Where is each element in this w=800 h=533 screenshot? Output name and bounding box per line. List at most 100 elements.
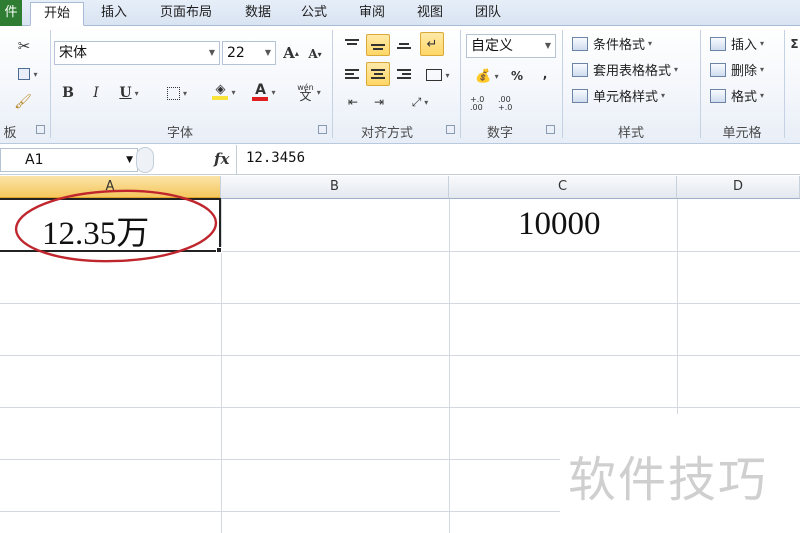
- annotation-circle: [14, 189, 218, 263]
- cell-c1-value: 10000: [518, 206, 601, 242]
- format-as-table-button[interactable]: 套用表格格式 ▾: [572, 60, 678, 79]
- align-center-icon: [371, 69, 385, 79]
- cell-styles-icon: [572, 88, 588, 103]
- orientation-button[interactable]: ⤢ ▾: [404, 92, 436, 112]
- align-right-button[interactable]: [394, 64, 414, 84]
- cell-styles-label: 单元格样式: [593, 90, 659, 105]
- align-center-button[interactable]: [366, 62, 390, 86]
- chevron-down-icon: ▼: [126, 155, 133, 165]
- bold-button[interactable]: B: [58, 82, 78, 104]
- clipboard-group-label: 板: [3, 126, 17, 141]
- wrap-text-icon: ↵: [426, 36, 438, 52]
- shrink-font-button[interactable]: A ▾: [306, 44, 324, 64]
- name-box-value: A1: [25, 152, 44, 168]
- number-launcher[interactable]: [546, 125, 555, 134]
- merge-cells-icon: [426, 69, 443, 81]
- decrease-indent-icon: ⇤: [347, 95, 359, 109]
- name-box[interactable]: A1 ▼: [0, 148, 138, 172]
- accounting-format-button[interactable]: 💰 ▾: [470, 66, 504, 86]
- decrease-decimal-button[interactable]: .00 +.0: [498, 94, 520, 114]
- tab-view[interactable]: 视图: [408, 2, 452, 26]
- table-format-icon: [572, 62, 588, 77]
- watermark-text: 软件技巧: [568, 452, 769, 508]
- comma-button[interactable]: ,: [536, 64, 554, 84]
- font-size-value: 22: [227, 45, 245, 61]
- phonetic-icon: wén 文: [297, 82, 314, 103]
- copy-icon: [18, 68, 31, 80]
- align-top-icon: [345, 39, 359, 49]
- ribbon-tab-bar: 件 开始 插入 页面布局 数据 公式 审阅 视图 团队: [0, 0, 800, 26]
- font-name-combo[interactable]: 宋体 ▼: [54, 41, 220, 65]
- cell-styles-button[interactable]: 单元格样式 ▾: [572, 86, 665, 105]
- grow-font-icon: A: [283, 44, 295, 62]
- tab-review[interactable]: 审阅: [350, 2, 394, 26]
- font-group-label: 字体: [166, 126, 193, 141]
- delete-cells-button[interactable]: 删除 ▾: [710, 60, 764, 79]
- font-size-combo[interactable]: 22 ▼: [222, 41, 276, 65]
- tab-file[interactable]: 件: [0, 0, 22, 26]
- column-header-b[interactable]: B: [221, 176, 449, 199]
- insert-function-icon[interactable]: fx: [214, 150, 229, 168]
- autosum-button[interactable]: Σ: [789, 34, 800, 54]
- shrink-font-icon: A: [308, 47, 318, 61]
- number-group-label: 数字: [486, 126, 513, 141]
- currency-icon: 💰: [475, 68, 492, 84]
- borders-button[interactable]: ▾: [160, 82, 194, 104]
- formula-bar-content[interactable]: 12.3456: [246, 150, 305, 166]
- format-cells-icon: [710, 88, 726, 103]
- chevron-down-icon: ▼: [208, 48, 215, 57]
- font-color-icon: A: [252, 83, 269, 101]
- font-color-button[interactable]: A ▾: [246, 80, 282, 104]
- align-bottom-button[interactable]: [394, 34, 414, 54]
- delete-cells-icon: [710, 62, 726, 77]
- insert-cells-label: 插入: [731, 38, 758, 53]
- number-format-combo[interactable]: 自定义 ▼: [466, 34, 556, 58]
- increase-decimal-button[interactable]: +.0 .00: [470, 94, 492, 114]
- delete-cells-label: 删除: [731, 64, 758, 79]
- format-painter-icon[interactable]: 🖌: [12, 92, 34, 112]
- italic-button[interactable]: I: [86, 82, 106, 104]
- fill-color-button[interactable]: ◈ ▾: [206, 80, 242, 104]
- ribbon: ✂ ▾ 🖌 板 宋体 ▼ 22 ▼ A ▴ A ▾ B I U ▾ ▾ ◈ ▾ A ▾ w…: [0, 26, 800, 144]
- formula-bar-splitter[interactable]: [136, 147, 154, 173]
- tab-data[interactable]: 数据: [236, 2, 280, 26]
- font-name-value: 宋体: [59, 45, 87, 61]
- align-middle-button[interactable]: [366, 34, 390, 56]
- orientation-icon: ⤢: [411, 94, 422, 109]
- align-left-button[interactable]: [342, 64, 362, 84]
- alignment-launcher[interactable]: [446, 125, 455, 134]
- tab-page-layout[interactable]: 页面布局: [148, 2, 224, 26]
- column-header-d[interactable]: D: [677, 176, 800, 199]
- paint-bucket-icon: ◈: [212, 83, 229, 100]
- grow-font-button[interactable]: A ▴: [282, 42, 300, 64]
- decrease-indent-button[interactable]: ⇤: [342, 92, 364, 112]
- column-header-c[interactable]: C: [449, 176, 677, 199]
- phonetic-button[interactable]: wén 文 ▾: [290, 80, 328, 104]
- chevron-down-icon: ▼: [544, 41, 551, 50]
- align-middle-icon: [371, 40, 385, 50]
- copy-button[interactable]: ▾: [12, 64, 44, 84]
- insert-cells-button[interactable]: 插入 ▾: [710, 34, 764, 53]
- conditional-format-icon: [572, 36, 588, 51]
- merge-center-button[interactable]: ▾: [420, 64, 456, 86]
- alignment-group-label: 对齐方式: [360, 126, 413, 141]
- tab-home[interactable]: 开始: [30, 2, 84, 26]
- tab-team[interactable]: 团队: [466, 2, 510, 26]
- clipboard-launcher[interactable]: [36, 125, 45, 134]
- underline-button[interactable]: U ▾: [112, 82, 146, 104]
- format-cells-label: 格式: [731, 90, 758, 105]
- underline-icon: U: [119, 85, 132, 101]
- align-right-icon: [397, 69, 411, 79]
- increase-indent-button[interactable]: ⇥: [368, 92, 390, 112]
- tab-formulas[interactable]: 公式: [292, 2, 336, 26]
- borders-icon: [166, 86, 180, 100]
- table-format-label: 套用表格格式: [593, 64, 672, 79]
- percent-button[interactable]: %: [508, 66, 526, 86]
- tab-insert[interactable]: 插入: [92, 2, 136, 26]
- cut-icon[interactable]: ✂: [14, 36, 34, 56]
- align-top-button[interactable]: [342, 34, 362, 54]
- conditional-format-button[interactable]: 条件格式 ▾: [572, 34, 652, 53]
- wrap-text-button[interactable]: ↵: [420, 32, 444, 56]
- format-cells-button[interactable]: 格式 ▾: [710, 86, 764, 105]
- font-launcher[interactable]: [318, 125, 327, 134]
